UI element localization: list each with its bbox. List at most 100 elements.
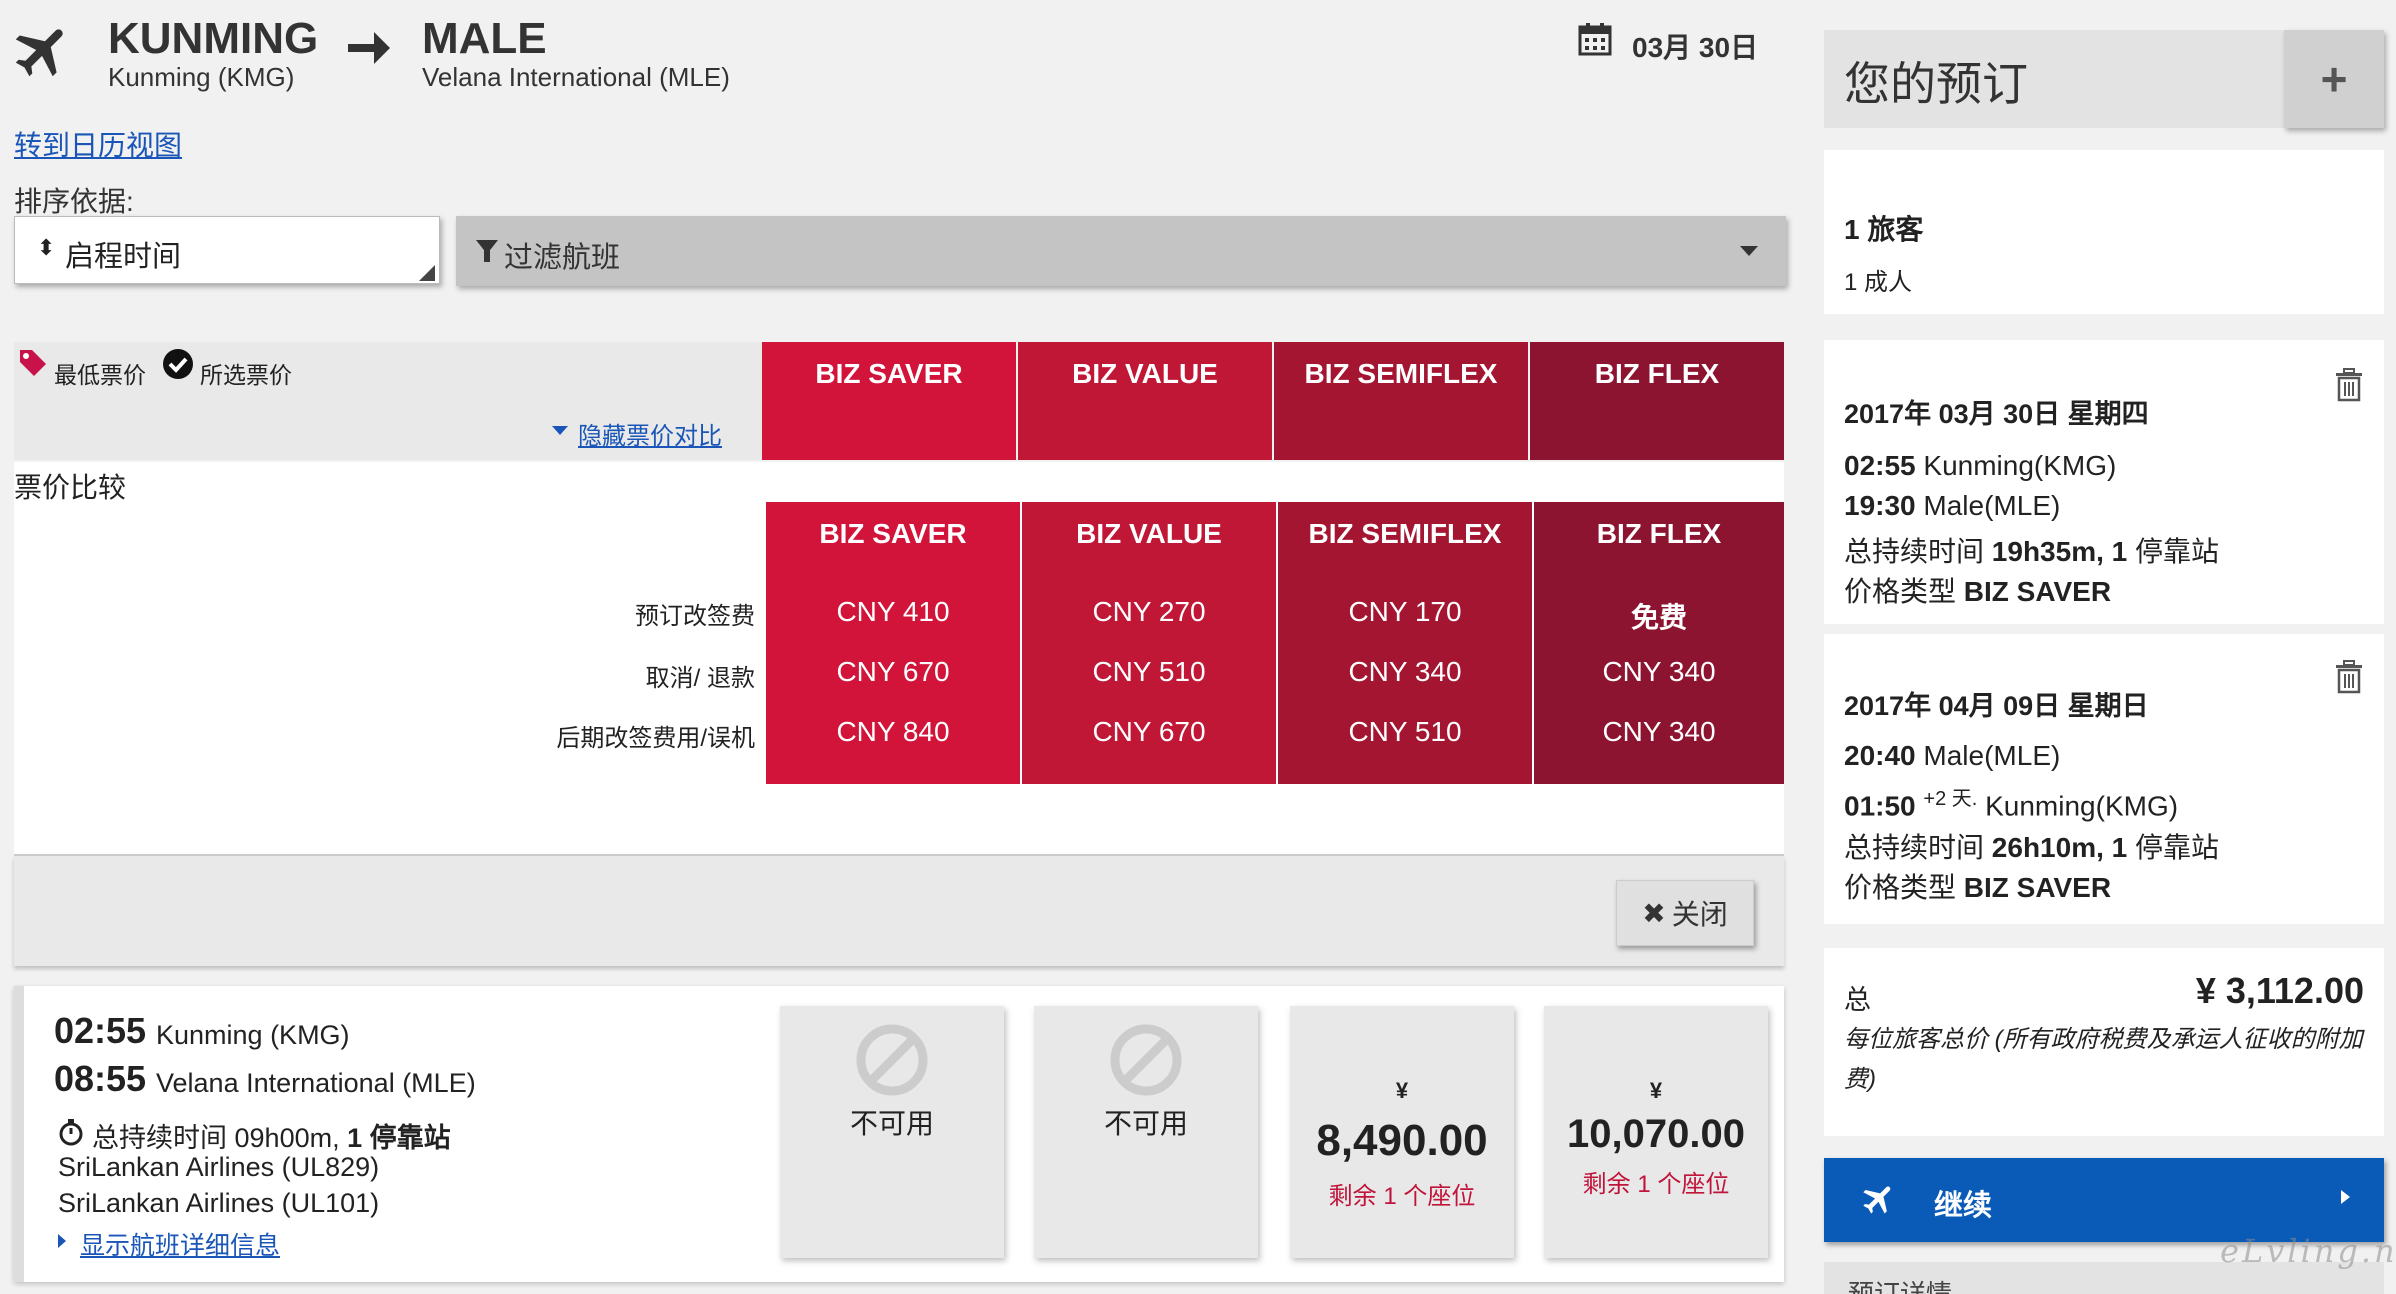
compare-value: CNY 670 — [1092, 716, 1206, 747]
fare-seats: 剩余 1 个座位 — [1328, 1183, 1476, 1210]
duration-label: 总持续时间 — [92, 1123, 227, 1153]
fare-type-value: BIZ SAVER — [1963, 872, 2112, 903]
segment-1-panel: 2017年 03月 30日 星期四 02:55 Kunming(KMG) 19:… — [1824, 340, 2384, 624]
flight-dep-time: 02:55 — [54, 1010, 147, 1051]
compare-column-biz-flex: BIZ FLEX 免费 CNY 340 CNY 340 — [1534, 502, 1784, 784]
compare-value: CNY 340 — [1348, 656, 1462, 687]
fare-cell-biz-saver: 不可用 — [780, 1006, 1004, 1258]
arr-place: Kunming(KMG) — [1985, 790, 2179, 822]
chevron-right-icon — [2341, 1190, 2350, 1204]
unavailable-icon — [1110, 1024, 1182, 1096]
destination-code: MALE — [422, 14, 547, 63]
fare-status: 不可用 — [1103, 1108, 1188, 1139]
segment-date: 2017年 03月 30日 星期四 — [1844, 399, 2149, 429]
compare-value: 免费 — [1630, 602, 1687, 633]
compare-value: CNY 510 — [1348, 716, 1462, 747]
selected-fare-label: 所选票价 — [200, 362, 292, 388]
arrow-right-icon — [344, 26, 392, 70]
sort-dropdown[interactable]: ⬍ 启程时间 — [14, 216, 440, 284]
tag-icon — [16, 346, 48, 378]
travel-date: 03月 30日 — [1632, 32, 1759, 63]
dep-place: Male(MLE) — [1923, 740, 2061, 771]
duration-value: 09h00m, — [234, 1123, 340, 1153]
compare-value: CNY 410 — [836, 596, 950, 627]
compare-header: BIZ FLEX — [1596, 518, 1722, 549]
flight-dep-place: Kunming (KMG) — [156, 1020, 350, 1050]
fare-price: 10,070.00 — [1567, 1112, 1745, 1156]
compare-header: BIZ VALUE — [1076, 518, 1222, 549]
airline-2: SriLankan Airlines (UL101) — [58, 1188, 380, 1218]
calendar-icon — [1578, 22, 1612, 56]
watermark: eLvling.net — [2220, 1232, 2396, 1270]
check-circle-icon — [162, 348, 194, 380]
airline-1: SriLankan Airlines (UL829) — [58, 1152, 380, 1182]
segment-date: 2017年 04月 09日 星期日 — [1844, 691, 2149, 721]
lowest-fare-label: 最低票价 — [54, 362, 146, 388]
stopwatch-icon — [58, 1118, 84, 1146]
dep-place: Kunming(KMG) — [1923, 450, 2117, 481]
stops-suffix: 停靠站 — [2135, 832, 2220, 863]
compare-column-biz-value: BIZ VALUE CNY 270 CNY 510 CNY 670 — [1022, 502, 1276, 784]
duration-label: 总持续时间 — [1844, 832, 1985, 863]
dep-time: 02:55 — [1844, 450, 1916, 481]
dep-time: 20:40 — [1844, 740, 1916, 771]
hide-compare-link[interactable]: 隐藏票价对比 — [578, 416, 722, 451]
compare-header: BIZ SAVER — [819, 518, 967, 549]
segment-duration: 总持续时间 26h10m, 1 停靠站 — [1844, 826, 2219, 866]
flight-details-link[interactable]: 显示航班详细信息 — [80, 1226, 280, 1262]
plane-icon — [10, 18, 76, 84]
arr-place: Male(MLE) — [1923, 490, 2061, 521]
fare-cell-biz-semiflex[interactable]: ¥ 8,490.00 剩余 1 个座位 — [1290, 1006, 1514, 1258]
fare-type-label: 价格类型 — [1844, 872, 1957, 903]
arr-time: 19:30 — [1844, 490, 1916, 521]
trash-icon[interactable] — [2334, 660, 2364, 694]
unavailable-icon — [856, 1024, 928, 1096]
fare-header-biz-saver[interactable]: BIZ SAVER — [762, 342, 1016, 460]
fare-cell-biz-flex[interactable]: ¥ 10,070.00 剩余 1 个座位 — [1544, 1006, 1768, 1258]
compare-column-biz-saver: BIZ SAVER CNY 410 CNY 670 CNY 840 — [766, 502, 1020, 784]
flight-duration: 总持续时间 09h00m, 1 停靠站 — [92, 1116, 451, 1155]
plane-icon — [1860, 1180, 1898, 1218]
compare-title: 票价比较 — [14, 472, 127, 503]
caret-right-icon — [58, 1234, 66, 1248]
compare-value: CNY 170 — [1348, 596, 1462, 627]
continue-label: 继续 — [1934, 1190, 1993, 1222]
fare-type-value: BIZ SAVER — [1963, 576, 2112, 607]
row-label-cancel-refund: 取消/ 退款 — [645, 665, 755, 692]
trash-icon[interactable] — [2334, 368, 2364, 402]
row-label-change-fee: 预订改签费 — [635, 603, 755, 630]
sort-value: 启程时间 — [65, 241, 182, 273]
caret-down-icon — [552, 426, 568, 435]
compare-value: CNY 510 — [1092, 656, 1206, 687]
plus-icon: + — [2320, 53, 2348, 105]
duration-value: 26h10m, 1 — [1991, 832, 2128, 863]
close-label: 关闭 — [1671, 899, 1728, 930]
row-label-late-change: 后期改签费用/误机 — [556, 725, 755, 752]
segment-fare-type: 价格类型 BIZ SAVER — [1844, 866, 2111, 906]
fare-header-biz-semiflex[interactable]: BIZ SEMIFLEX — [1274, 342, 1528, 460]
fare-price: 8,490.00 — [1316, 1116, 1488, 1165]
segment-arrival: 01:50 +2 天. Kunming(KMG) — [1844, 782, 2178, 822]
duration-label: 总持续时间 — [1844, 536, 1985, 567]
filter-icon-stem — [484, 250, 490, 262]
fare-header-biz-value[interactable]: BIZ VALUE — [1018, 342, 1272, 460]
compare-value: CNY 840 — [836, 716, 950, 747]
fare-header-biz-flex[interactable]: BIZ FLEX — [1530, 342, 1784, 460]
close-button[interactable]: ✖ 关闭 — [1616, 880, 1754, 946]
compare-value: CNY 670 — [836, 656, 950, 687]
fare-currency: ¥ — [1395, 1078, 1409, 1103]
segment-arrival: 19:30 Male(MLE) — [1844, 490, 2060, 522]
filter-flights-button[interactable]: 过滤航班 — [456, 216, 1786, 286]
continue-button[interactable]: 继续 — [1824, 1158, 2384, 1242]
segment-departure: 02:55 Kunming(KMG) — [1844, 450, 2116, 482]
booking-details-title: 预订详情 — [1848, 1279, 1953, 1294]
total-note: 每位旅客总价 (所有政府税费及承运人征收的附加费) — [1844, 1026, 2363, 1093]
compare-footer — [14, 856, 1784, 966]
total-panel: 总 ¥ 3,112.00 每位旅客总价 (所有政府税费及承运人征收的附加费) — [1824, 948, 2384, 1136]
total-label: 总 — [1844, 985, 1871, 1015]
fare-seats: 剩余 1 个座位 — [1582, 1171, 1730, 1198]
expand-button[interactable]: + — [2284, 30, 2384, 128]
close-icon: ✖ — [1642, 897, 1666, 929]
calendar-view-link[interactable]: 转到日历视图 — [14, 124, 182, 164]
segment-departure: 20:40 Male(MLE) — [1844, 740, 2060, 772]
